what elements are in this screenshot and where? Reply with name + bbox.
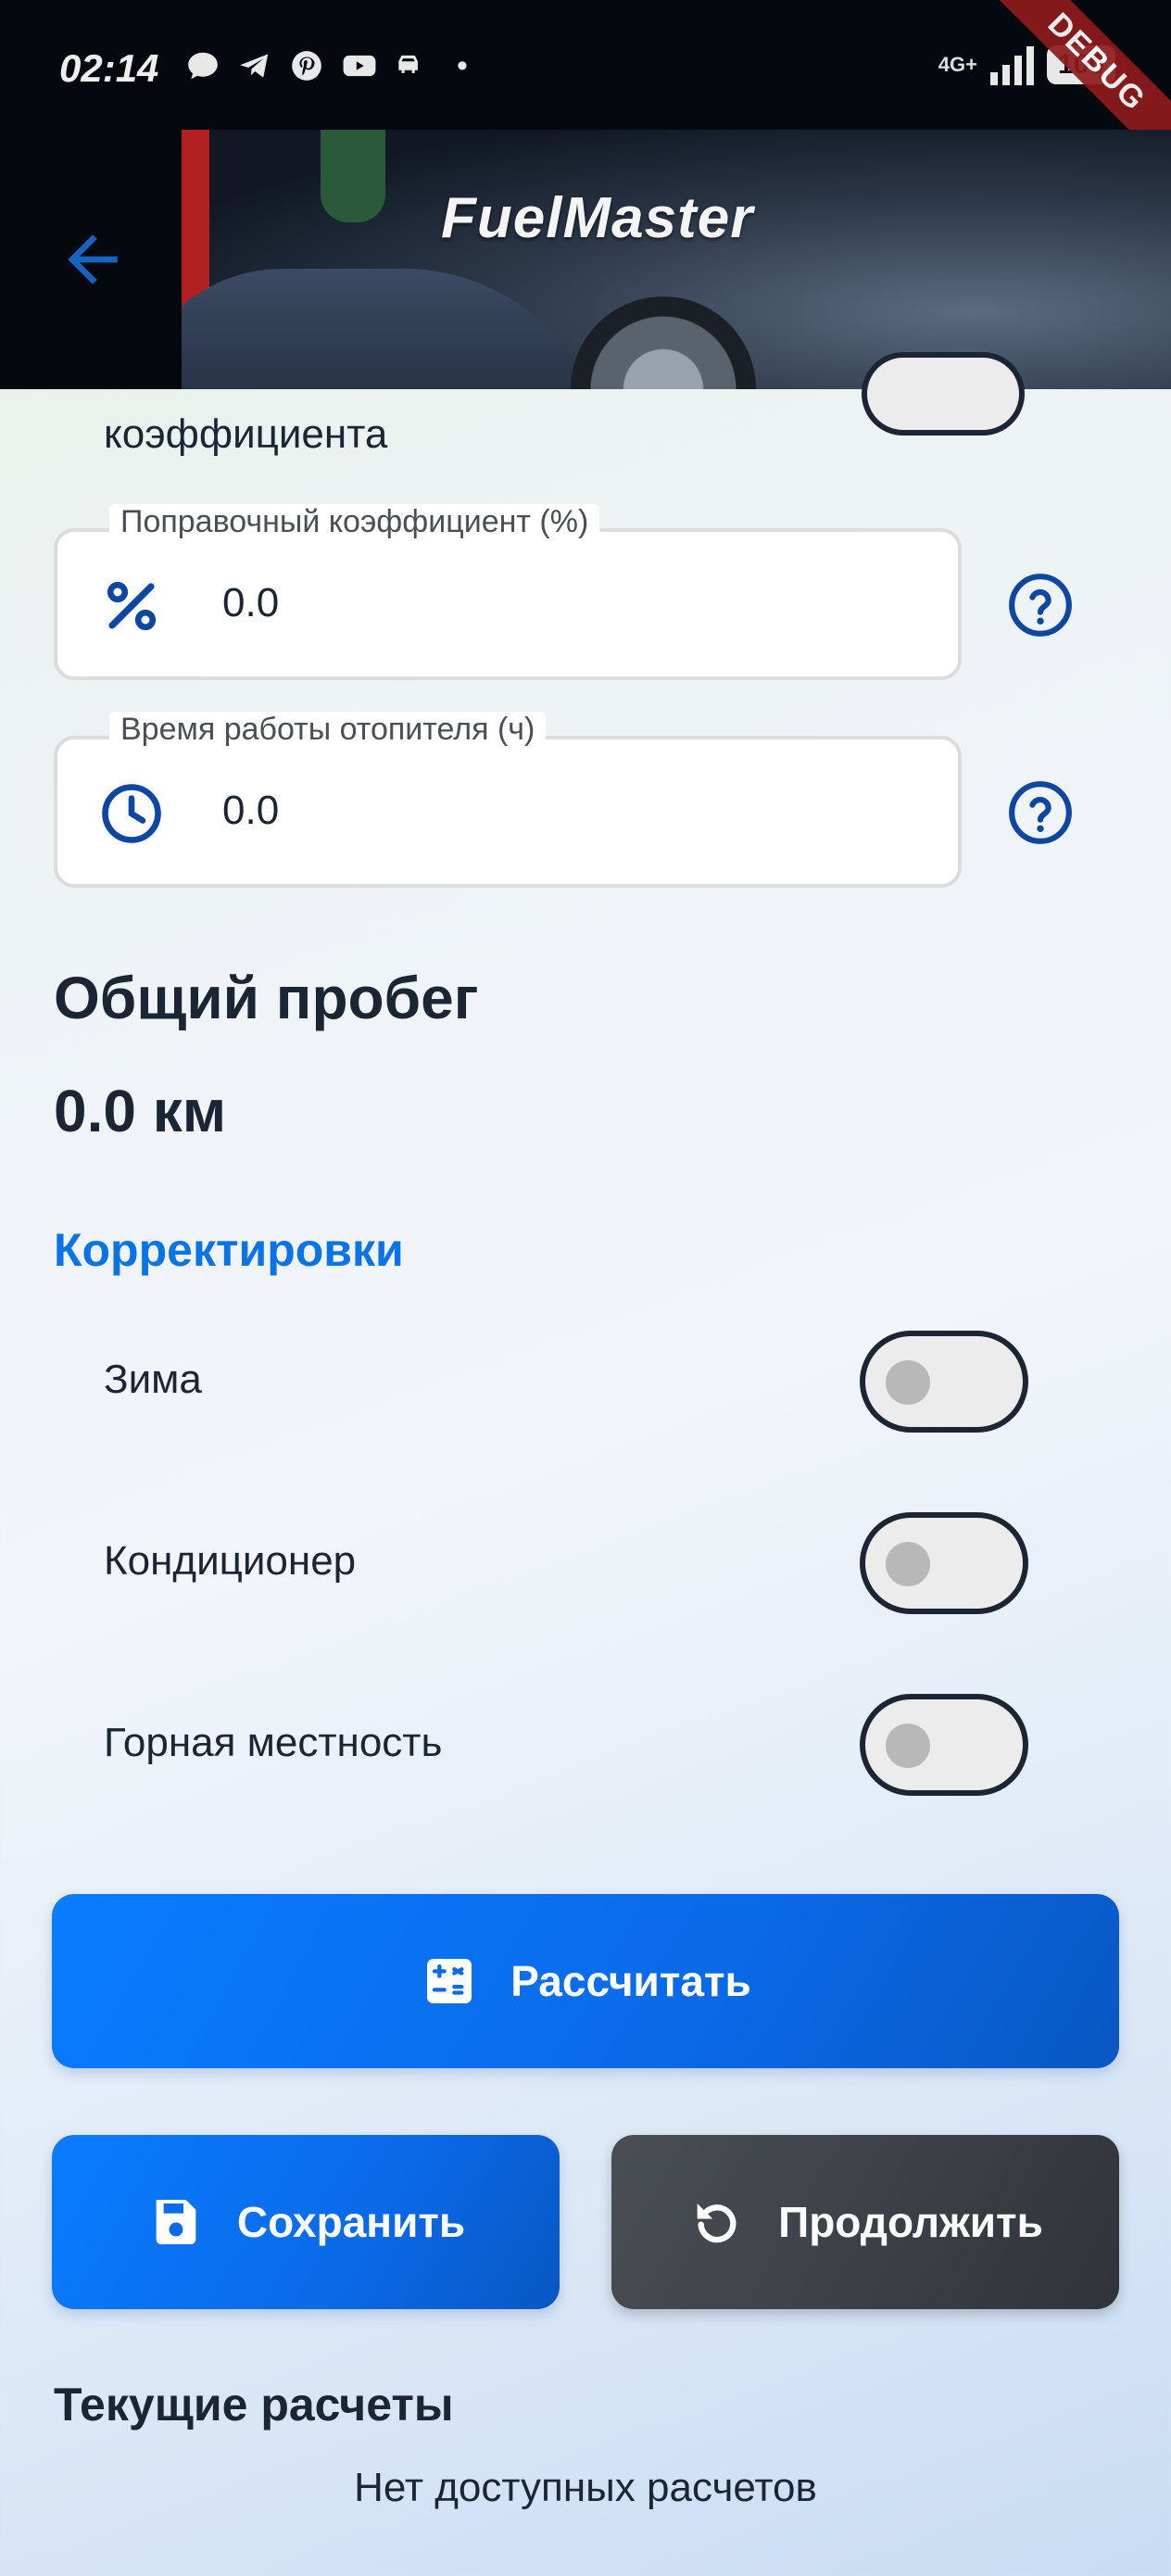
help-icon (1009, 574, 1072, 637)
no-calculations-text: Нет доступных расчетов (354, 2465, 817, 2510)
status-bar: 02:14 • 4G+ 100 DEBUG (0, 0, 1171, 179)
calculator-icon (427, 1959, 472, 2003)
arrow-back-icon (68, 234, 118, 284)
calculate-button[interactable]: Рассчитать (52, 1894, 1119, 2068)
clock-icon (98, 780, 165, 847)
save-icon (156, 2200, 196, 2244)
adjustment-row-mountain: Горная местность (0, 1686, 1171, 1798)
percent-icon (98, 573, 165, 639)
toggle-knob (886, 1542, 930, 1586)
mountain-terrain-label: Горная местность (104, 1720, 443, 1765)
calculate-label: Рассчитать (510, 1957, 751, 2005)
message-icon (185, 48, 220, 83)
wheel-graphic (571, 297, 756, 389)
mountain-terrain-toggle[interactable] (860, 1694, 1028, 1796)
help-icon (1009, 781, 1072, 844)
current-calculations-title: Текущие расчеты (54, 2379, 454, 2431)
toggle-knob (886, 1360, 930, 1405)
save-label: Сохранить (236, 2198, 466, 2246)
car-notification-icon (393, 48, 428, 83)
air-conditioner-toggle[interactable] (860, 1512, 1028, 1614)
adjustments-title: Корректировки (54, 1224, 404, 1276)
winter-label: Зима (104, 1357, 202, 1402)
correction-coefficient-input[interactable]: 0.0 (222, 580, 279, 626)
adjustment-row-winter: Зима (0, 1323, 1171, 1434)
correction-coefficient-field[interactable]: Поправочный коэффициент (%) 0.0 (54, 504, 962, 680)
more-notifications-icon: • (457, 48, 468, 83)
car-graphic (182, 269, 608, 389)
continue-label: Продолжить (778, 2198, 1043, 2246)
app-bar: FuelMaster (0, 130, 1171, 389)
air-conditioner-label: Кондиционер (104, 1538, 357, 1584)
winter-toggle[interactable] (860, 1331, 1028, 1433)
telegram-icon (237, 48, 272, 83)
restart-icon (697, 2203, 737, 2243)
notification-icons: • (185, 48, 480, 83)
total-mileage-title: Общий пробег (54, 965, 479, 1031)
network-type: 4G+ (938, 53, 977, 76)
pinterest-icon (289, 48, 324, 83)
continue-button[interactable]: Продолжить (611, 2135, 1119, 2309)
save-button[interactable]: Сохранить (52, 2135, 560, 2309)
fuel-nozzle-graphic (321, 130, 385, 222)
signal-icon (990, 44, 1034, 85)
correction-help-button[interactable] (1006, 571, 1075, 639)
app-logo: FuelMaster (441, 186, 754, 250)
heater-time-label: Время работы отопителя (ч) (109, 712, 547, 748)
status-time: 02:14 (59, 46, 159, 90)
correction-coefficient-label: Поправочный коэффициент (%) (109, 504, 600, 540)
toggle-knob (886, 1724, 930, 1768)
total-mileage-value: 0.0 км (54, 1078, 227, 1144)
adjustment-row-ac: Кондиционер (0, 1505, 1171, 1616)
heater-time-field[interactable]: Время работы отопителя (ч) 0.0 (54, 712, 962, 888)
heater-help-button[interactable] (1006, 778, 1075, 847)
heater-time-input[interactable]: 0.0 (222, 788, 279, 834)
back-button[interactable] (56, 222, 130, 297)
partial-setting-label: коэффициента (104, 411, 388, 457)
partial-toggle-switch[interactable] (862, 352, 1025, 436)
header-banner-image: FuelMaster (182, 130, 1171, 389)
youtube-icon (341, 48, 376, 83)
